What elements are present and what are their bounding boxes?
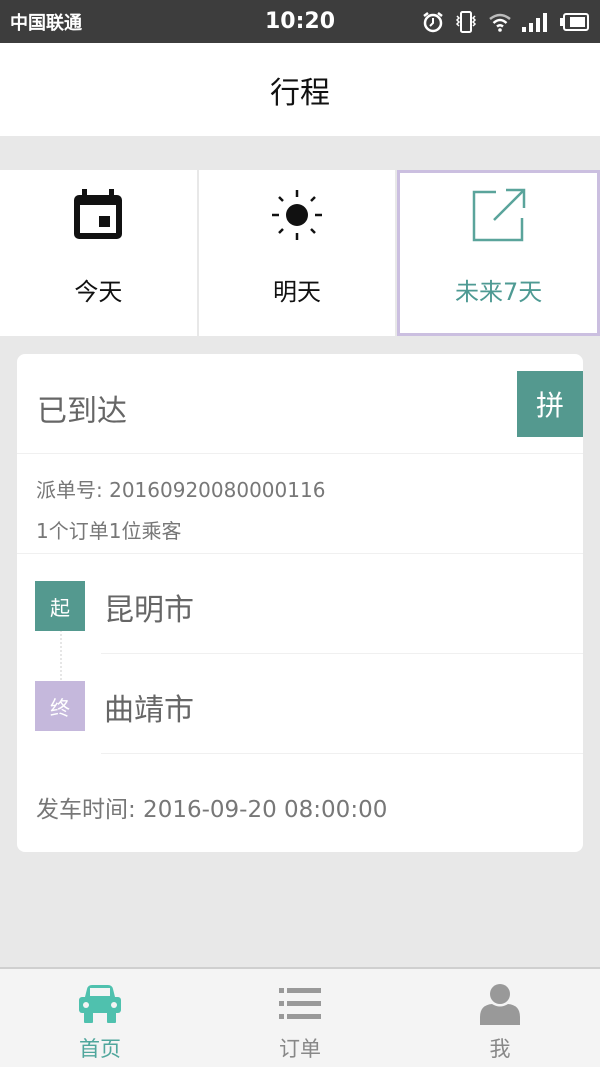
bottom-nav: 首页 订单 我	[0, 967, 600, 1067]
status-bar: 中国联通 10:20	[0, 0, 600, 43]
end-tag: 终	[35, 681, 85, 731]
user-icon	[480, 983, 520, 1025]
tab-next-7-days-label: 未来7天	[455, 278, 543, 306]
sun-icon	[271, 186, 323, 244]
external-link-icon	[472, 186, 526, 244]
page-title: 行程	[270, 75, 330, 111]
nav-me[interactable]: 我	[400, 969, 600, 1067]
nav-home[interactable]: 首页	[0, 969, 200, 1067]
tab-next-7-days[interactable]: 未来7天	[397, 170, 600, 336]
end-city: 曲靖市	[104, 693, 194, 728]
dispatch-number: 派单号: 20160920080000116	[36, 478, 326, 502]
trip-status: 已到达	[37, 394, 127, 429]
tab-tomorrow-label: 明天	[273, 278, 321, 306]
carrier-name: 中国联通	[10, 12, 82, 34]
tab-today[interactable]: 今天	[0, 170, 197, 336]
nav-orders-label: 订单	[279, 1037, 321, 1061]
vibrate-icon	[454, 10, 478, 34]
route: 起 昆明市 终 曲靖市	[17, 554, 583, 754]
list-icon	[279, 983, 321, 1025]
status-icons	[422, 10, 590, 34]
trip-card[interactable]: 已到达 拼 派单号: 20160920080000116 1个订单1位乘客 起 …	[17, 354, 583, 852]
divider	[101, 753, 583, 754]
title-bar: 行程	[0, 43, 600, 136]
start-city: 昆明市	[104, 593, 194, 628]
carpool-badge: 拼	[517, 371, 583, 437]
battery-icon	[560, 12, 590, 32]
departure-time: 发车时间: 2016-09-20 08:00:00	[36, 797, 388, 823]
tab-today-label: 今天	[74, 278, 123, 306]
trip-info: 派单号: 20160920080000116 1个订单1位乘客	[17, 454, 583, 554]
clock-time: 10:20	[264, 9, 336, 34]
nav-orders[interactable]: 订单	[200, 969, 400, 1067]
calendar-icon	[72, 186, 124, 244]
signal-icon	[522, 12, 550, 32]
start-stop: 起 昆明市	[17, 554, 583, 654]
nav-me-label: 我	[489, 1037, 511, 1061]
trip-card-header: 已到达 拼	[17, 354, 583, 454]
nav-home-label: 首页	[79, 1037, 121, 1061]
alarm-icon	[422, 11, 444, 33]
start-tag: 起	[35, 581, 85, 631]
date-tabs: 今天 明天 未来7天	[0, 170, 600, 336]
order-summary: 1个订单1位乘客	[36, 519, 182, 543]
end-stop: 终 曲靖市	[17, 654, 583, 754]
wifi-icon	[488, 12, 512, 32]
tab-tomorrow[interactable]: 明天	[198, 170, 396, 336]
car-icon	[79, 983, 121, 1025]
